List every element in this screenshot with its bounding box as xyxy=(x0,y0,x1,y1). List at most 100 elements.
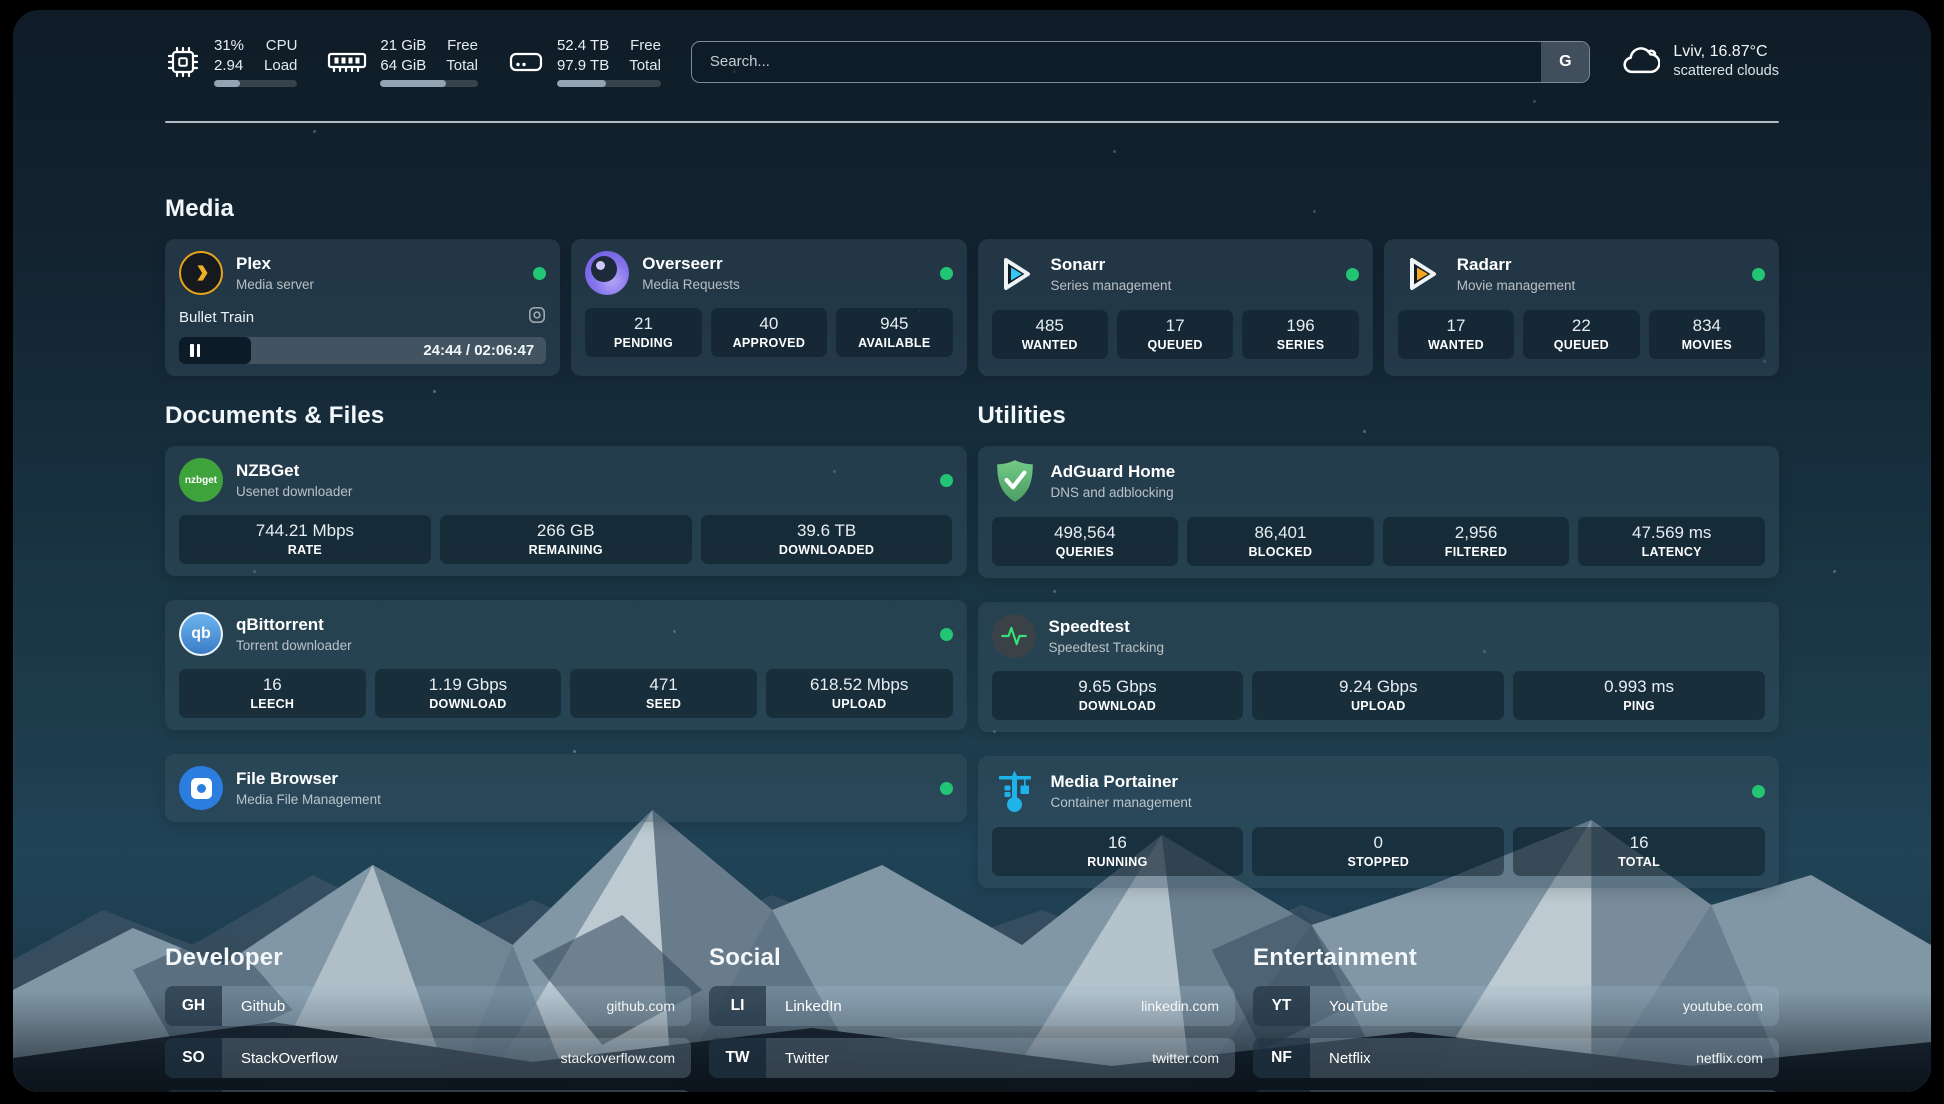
filebrowser-card[interactable]: File Browser Media File Management xyxy=(165,754,967,822)
weather-location-temp: Lviv, 16.87°C xyxy=(1673,42,1779,63)
bookmark-name: DEV xyxy=(222,1090,272,1092)
stat-remaining: 266 GB REMAINING xyxy=(440,515,692,564)
status-dot xyxy=(1752,785,1765,798)
stat-stopped: 0 STOPPED xyxy=(1252,827,1504,876)
bookmark-abbr: TW xyxy=(709,1038,766,1078)
bookmark-url: stackoverflow.com xyxy=(561,1038,691,1078)
service-description: Speedtest Tracking xyxy=(1049,640,1165,655)
cpu-label-2: Load xyxy=(264,56,297,76)
section-title-media: Media xyxy=(165,195,1779,223)
playback-time: 24:44 / 02:06:47 xyxy=(423,342,546,359)
section-documents: Documents & Files nzbget NZBGet Usenet d… xyxy=(165,402,967,888)
service-description: Usenet downloader xyxy=(236,484,352,499)
service-name: Overseerr xyxy=(642,254,740,274)
radarr-card[interactable]: Radarr Movie management 17 WANTED 22 QUE… xyxy=(1384,239,1779,376)
cpu-progress-fill xyxy=(214,80,240,87)
memory-label-1: Free xyxy=(446,36,478,56)
nzbget-card[interactable]: nzbget NZBGet Usenet downloader 744.21 M… xyxy=(165,446,967,576)
plex-icon xyxy=(179,251,223,295)
bookmark-dev[interactable]: DT DEV dev.to xyxy=(165,1090,691,1092)
bookmark-twitter[interactable]: TW Twitter twitter.com xyxy=(709,1038,1235,1078)
search-input[interactable] xyxy=(692,42,1542,82)
memory-total-value: 64 GiB xyxy=(380,56,426,76)
stat-upload: 9.24 Gbps UPLOAD xyxy=(1252,671,1504,720)
weather-widget: Lviv, 16.87°C scattered clouds xyxy=(1620,42,1779,82)
stat-latency: 47.569 ms LATENCY xyxy=(1578,517,1765,566)
now-playing-title: Bullet Train xyxy=(179,309,254,326)
speedtest-card[interactable]: Speedtest Speedtest Tracking 9.65 Gbps D… xyxy=(978,602,1780,732)
disk-progress-track xyxy=(557,80,661,87)
playback-progress-bar: 24:44 / 02:06:47 xyxy=(179,337,546,364)
status-dot xyxy=(940,628,953,641)
disk-total-value: 97.9 TB xyxy=(557,56,609,76)
service-description: DNS and adblocking xyxy=(1051,485,1176,500)
stat-running: 16 RUNNING xyxy=(992,827,1244,876)
service-description: Media File Management xyxy=(236,792,381,807)
bookmark-abbr: DT xyxy=(165,1090,222,1092)
weather-condition: scattered clouds xyxy=(1673,62,1779,81)
cpu-stat: 31% 2.94 CPU Load xyxy=(165,36,297,87)
service-name: Plex xyxy=(236,254,314,274)
stat-download: 1.19 Gbps DOWNLOAD xyxy=(375,669,562,718)
bookmark-abbr: NF xyxy=(1253,1038,1310,1078)
stat-queued: 17 QUEUED xyxy=(1117,310,1233,359)
bookmark-github[interactable]: GH Github github.com xyxy=(165,986,691,1026)
qbittorrent-card[interactable]: qb qBittorrent Torrent downloader 16 xyxy=(165,600,967,730)
disk-label-1: Free xyxy=(629,36,661,56)
bookmark-url: linkedin.com xyxy=(1141,986,1235,1026)
bookmark-abbr: GH xyxy=(165,986,222,1026)
stat-approved: 40 APPROVED xyxy=(711,308,827,357)
status-dot xyxy=(533,267,546,280)
plex-card[interactable]: Plex Media server Bullet Train xyxy=(165,239,560,376)
disk-progress-fill xyxy=(557,80,606,87)
service-description: Series management xyxy=(1051,278,1172,293)
bookmark-stackoverflow[interactable]: SO StackOverflow stackoverflow.com xyxy=(165,1038,691,1078)
bookmark-reddit[interactable]: RE Reddit reddit.com xyxy=(1253,1090,1779,1092)
bookmark-linkedin[interactable]: LI LinkedIn linkedin.com xyxy=(709,986,1235,1026)
bookmark-url: github.com xyxy=(607,986,691,1026)
pause-icon[interactable] xyxy=(190,344,200,357)
bookmark-abbr: YT xyxy=(1253,986,1310,1026)
bookmark-name: YouTube xyxy=(1310,986,1388,1026)
stat-wanted: 17 WANTED xyxy=(1398,310,1514,359)
overseerr-card[interactable]: Overseerr Media Requests 21 PENDING 40 A… xyxy=(571,239,966,376)
playback-elapsed-segment xyxy=(179,337,251,364)
memory-label-2: Total xyxy=(446,56,478,76)
disk-label-2: Total xyxy=(629,56,661,76)
disk-stat: 52.4 TB 97.9 TB Free Total xyxy=(508,36,661,87)
overseerr-icon xyxy=(585,251,629,295)
stat-series: 196 SERIES xyxy=(1242,310,1358,359)
stat-available: 945 AVAILABLE xyxy=(836,308,952,357)
cpu-load-value: 2.94 xyxy=(214,56,244,76)
stat-queued: 22 QUEUED xyxy=(1523,310,1639,359)
session-display-icon[interactable] xyxy=(528,306,546,329)
adguard-card[interactable]: AdGuard Home DNS and adblocking 498,564 … xyxy=(978,446,1780,578)
service-description: Container management xyxy=(1051,795,1192,810)
memory-free-value: 21 GiB xyxy=(380,36,426,56)
sonarr-card[interactable]: Sonarr Series management 485 WANTED 17 Q… xyxy=(978,239,1373,376)
section-title-social: Social xyxy=(709,944,1235,972)
cpu-label-1: CPU xyxy=(264,36,297,56)
adguard-icon xyxy=(992,458,1038,504)
section-title-developer: Developer xyxy=(165,944,691,972)
radarr-icon xyxy=(1398,251,1444,297)
bookmark-abbr: RE xyxy=(1253,1090,1310,1092)
bookmark-url: netflix.com xyxy=(1696,1038,1779,1078)
memory-progress-track xyxy=(380,80,478,87)
bookmark-name: Reddit xyxy=(1310,1090,1372,1092)
sonarr-icon xyxy=(992,251,1038,297)
bookmark-youtube[interactable]: YT YouTube youtube.com xyxy=(1253,986,1779,1026)
stat-download: 9.65 Gbps DOWNLOAD xyxy=(992,671,1244,720)
stat-upload: 618.52 Mbps UPLOAD xyxy=(766,669,953,718)
bookmarks-developer: Developer GH Github github.com SO StackO… xyxy=(165,944,691,1092)
cpu-icon xyxy=(165,44,201,80)
status-dot xyxy=(1346,268,1359,281)
section-title-documents: Documents & Files xyxy=(165,402,967,430)
search-engine-button[interactable]: G xyxy=(1541,42,1589,82)
service-name: AdGuard Home xyxy=(1051,462,1176,482)
memory-progress-fill xyxy=(380,80,445,87)
bookmark-netflix[interactable]: NF Netflix netflix.com xyxy=(1253,1038,1779,1078)
bookmarks-entertainment: Entertainment YT YouTube youtube.com NF … xyxy=(1253,944,1779,1092)
stat-ping: 0.993 ms PING xyxy=(1513,671,1765,720)
portainer-card[interactable]: Media Portainer Container management 16 … xyxy=(978,756,1780,888)
